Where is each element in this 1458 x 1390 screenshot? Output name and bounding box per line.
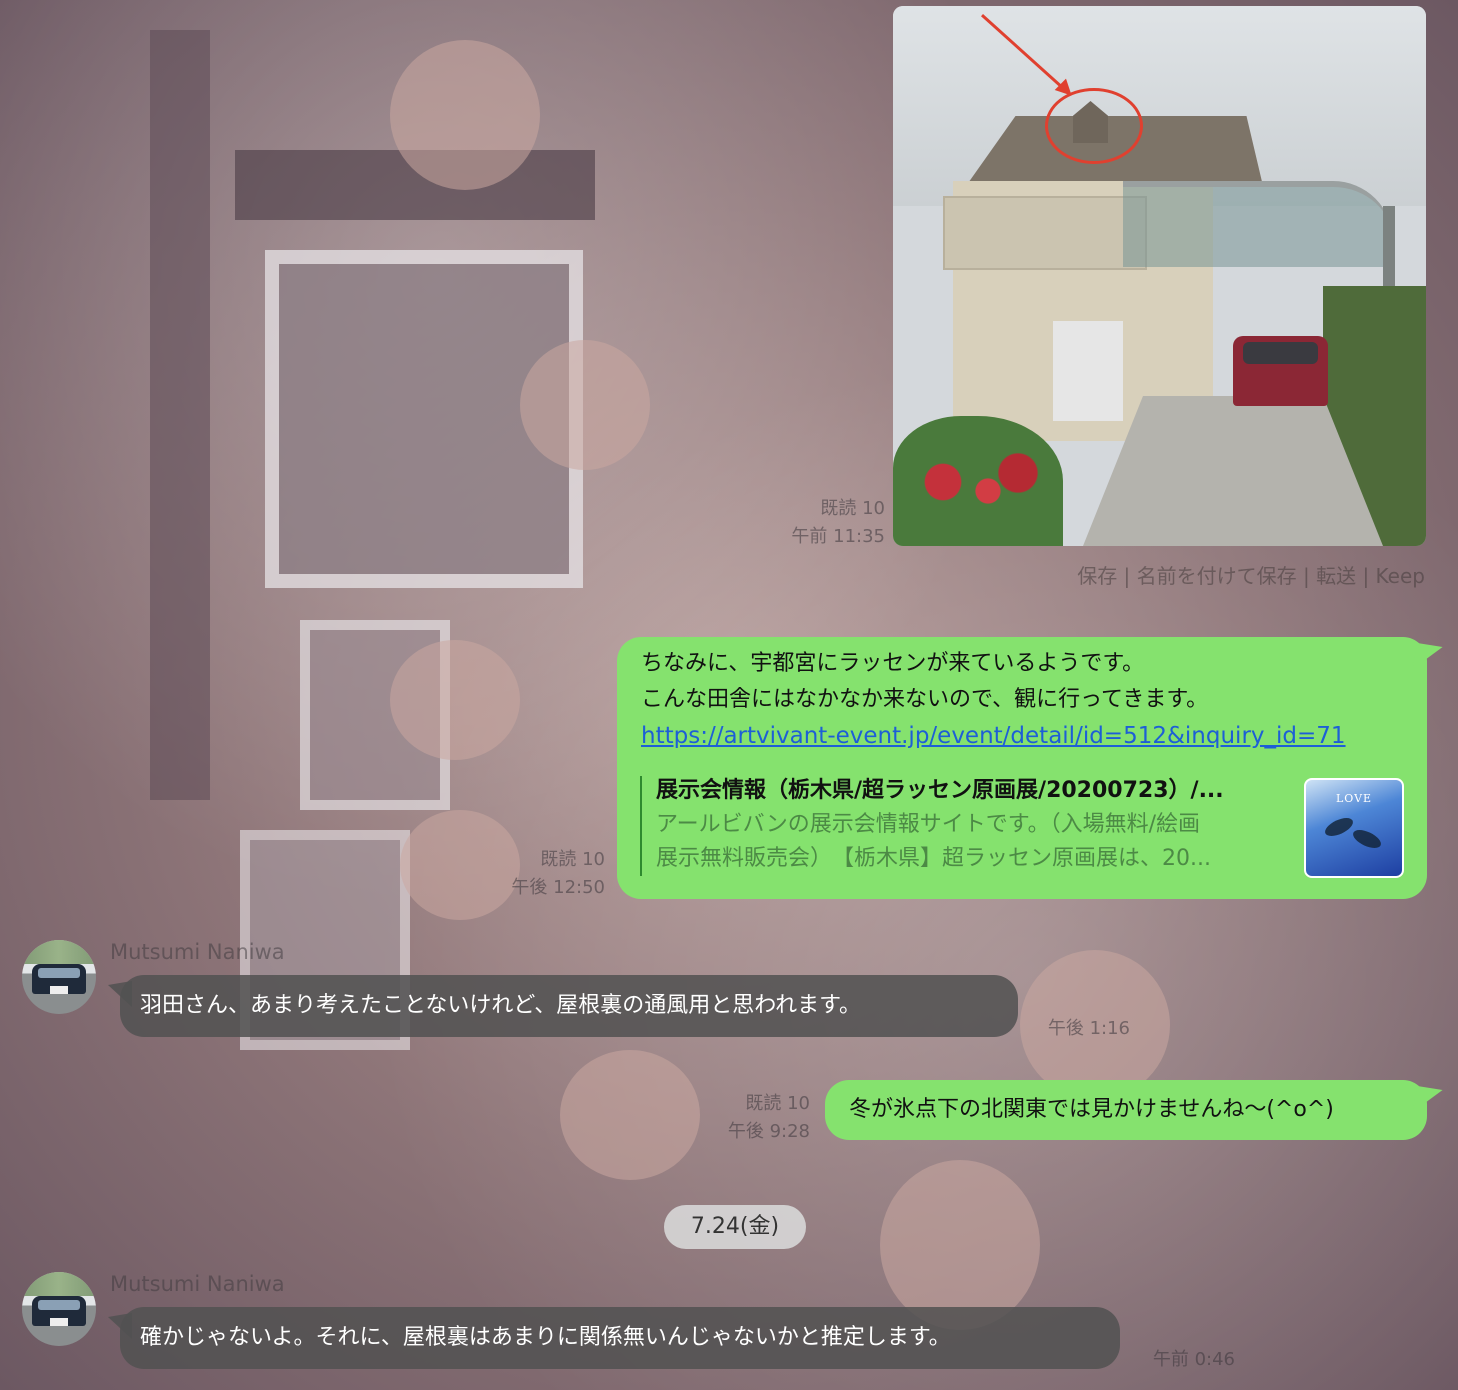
image-message-meta: 既読 10 午前 11:35 <box>740 495 885 551</box>
message1-meta: 既読 10 午後 12:50 <box>465 846 605 902</box>
sender-name: Mutsumi Naniwa <box>110 940 285 964</box>
message-time: 午後 9:28 <box>727 1121 810 1142</box>
read-receipt: 既読 10 <box>745 1093 810 1114</box>
message-time: 午前 0:46 <box>1152 1349 1235 1370</box>
sender-name: Mutsumi Naniwa <box>110 1272 285 1296</box>
message3-meta: 既読 10 午後 9:28 <box>680 1090 810 1146</box>
message2-meta: 午後 1:16 <box>1000 1015 1130 1043</box>
date-separator: 7.24(金) <box>664 1205 806 1249</box>
link-preview-card[interactable]: 展示会情報（栃木県/超ラッセン原画展/20200723）/... アールビバンの… <box>640 776 1404 878</box>
message-line: ちなみに、宇都宮にラッセンが来ているようです。 <box>641 651 1145 676</box>
sender-avatar[interactable] <box>22 1272 96 1346</box>
link-preview-description-line: 展示無料販売会） 【栃木県】超ラッセン原画展は、20... <box>656 846 1211 871</box>
image-actions[interactable]: 保存 | 名前を付けて保存 | 転送 | Keep <box>1000 560 1425 589</box>
read-receipt: 既読 10 <box>540 849 605 870</box>
message-text: 冬が氷点下の北関東では見かけませんね〜(^o^) <box>849 1097 1334 1122</box>
message-line: こんな田舎にはなかなか来ないので、観に行ってきます。 <box>641 687 1209 712</box>
incoming-message-bubble[interactable]: 羽田さん、あまり考えたことないけれど、屋根裏の通風用と思われます。 <box>108 975 1018 1037</box>
message4-meta: 午前 0:46 <box>1100 1346 1235 1374</box>
message-link[interactable]: https://artvivant-event.jp/event/detail/… <box>641 718 1421 754</box>
message-time: 午後 1:16 <box>1047 1018 1130 1039</box>
sender-avatar[interactable] <box>22 940 96 1014</box>
read-receipt: 既読 10 <box>820 498 885 519</box>
message-time: 午後 12:50 <box>511 877 605 898</box>
link-preview-description: アールビバンの展示会情報サイトです。（入場無料/絵画 展示無料販売会） 【栃木県… <box>656 808 1276 876</box>
message-text: 羽田さん、あまり考えたことないけれど、屋根裏の通風用と思われます。 <box>140 993 861 1018</box>
link-preview-thumbnail[interactable]: LOVE <box>1304 778 1404 878</box>
incoming-message-bubble[interactable]: 確かじゃないよ。それに、屋根裏はあまりに関係無いんじゃないかと推定します。 <box>108 1307 1120 1369</box>
annotation-circle <box>1045 88 1143 164</box>
message-time: 午前 11:35 <box>791 526 885 547</box>
house-photo-message[interactable] <box>893 6 1426 546</box>
outgoing-message-bubble[interactable]: 冬が氷点下の北関東では見かけませんね〜(^o^) <box>825 1080 1427 1140</box>
link-preview-title: 展示会情報（栃木県/超ラッセン原画展/20200723）/... <box>656 778 1224 803</box>
link-preview-description-line: アールビバンの展示会情報サイトです。（入場無料/絵画 <box>656 812 1200 837</box>
message-text: 確かじゃないよ。それに、屋根裏はあまりに関係無いんじゃないかと推定します。 <box>140 1325 951 1350</box>
thumbnail-text: LOVE <box>1335 792 1373 805</box>
